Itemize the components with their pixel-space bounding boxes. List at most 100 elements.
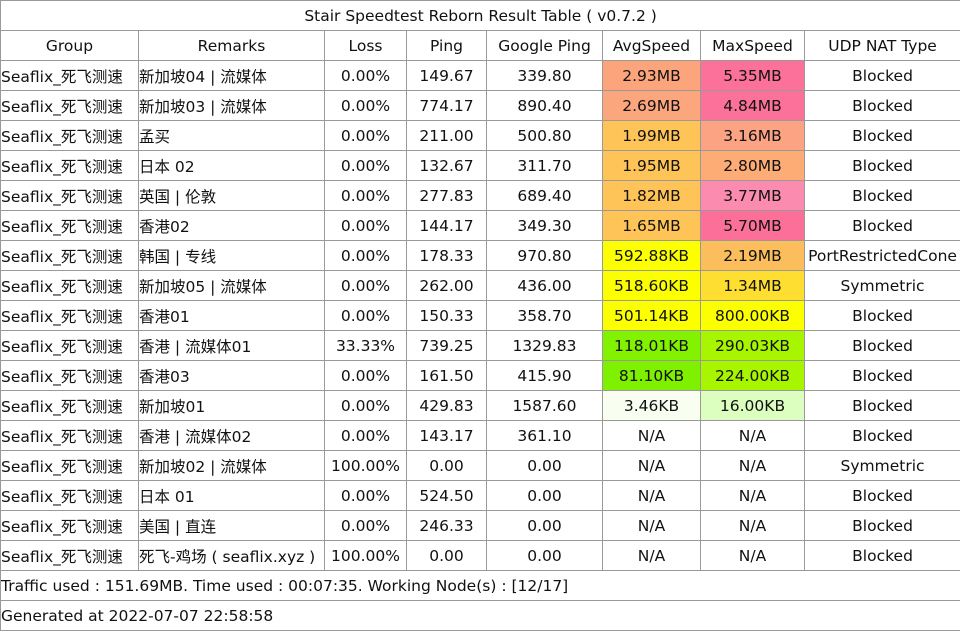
cell-loss: 0.00% [325, 181, 407, 211]
cell-avg-speed: N/A [603, 481, 701, 511]
cell-udp-nat-type: Blocked [805, 301, 960, 331]
cell-udp-nat-type: Blocked [805, 121, 960, 151]
cell-loss: 0.00% [325, 271, 407, 301]
cell-loss: 100.00% [325, 451, 407, 481]
cell-ping: 0.00 [407, 451, 487, 481]
cell-remarks: 香港03 [139, 361, 325, 391]
cell-ping: 144.17 [407, 211, 487, 241]
cell-google-ping: 358.70 [487, 301, 603, 331]
cell-remarks: 香港 | 流媒体01 [139, 331, 325, 361]
table-row: Seaflix_死飞测速 香港03 0.00% 161.50 415.90 81… [1, 361, 960, 391]
cell-udp-nat-type: Blocked [805, 481, 960, 511]
column-header-google-ping: Google Ping [487, 31, 603, 61]
cell-max-speed: 4.84MB [701, 91, 805, 121]
cell-ping: 429.83 [407, 391, 487, 421]
cell-google-ping: 689.40 [487, 181, 603, 211]
cell-max-speed: 2.80MB [701, 151, 805, 181]
cell-remarks: 新加坡03 | 流媒体 [139, 91, 325, 121]
cell-google-ping: 361.10 [487, 421, 603, 451]
cell-remarks: 新加坡05 | 流媒体 [139, 271, 325, 301]
cell-google-ping: 0.00 [487, 451, 603, 481]
cell-avg-speed: 1.82MB [603, 181, 701, 211]
cell-ping: 150.33 [407, 301, 487, 331]
cell-loss: 0.00% [325, 121, 407, 151]
cell-loss: 33.33% [325, 331, 407, 361]
cell-udp-nat-type: Blocked [805, 151, 960, 181]
cell-loss: 0.00% [325, 361, 407, 391]
cell-udp-nat-type: Blocked [805, 361, 960, 391]
cell-remarks: 韩国 | 专线 [139, 241, 325, 271]
cell-udp-nat-type: Blocked [805, 91, 960, 121]
cell-group: Seaflix_死飞测速 [1, 511, 139, 541]
cell-remarks: 日本 01 [139, 481, 325, 511]
cell-google-ping: 1587.60 [487, 391, 603, 421]
cell-max-speed: 224.00KB [701, 361, 805, 391]
cell-google-ping: 436.00 [487, 271, 603, 301]
column-header-avg-speed: AvgSpeed [603, 31, 701, 61]
cell-google-ping: 349.30 [487, 211, 603, 241]
cell-udp-nat-type: Blocked [805, 391, 960, 421]
cell-avg-speed: 592.88KB [603, 241, 701, 271]
column-header-loss: Loss [325, 31, 407, 61]
cell-loss: 0.00% [325, 241, 407, 271]
cell-avg-speed: 2.69MB [603, 91, 701, 121]
column-header-max-speed: MaxSpeed [701, 31, 805, 61]
cell-google-ping: 500.80 [487, 121, 603, 151]
cell-ping: 262.00 [407, 271, 487, 301]
cell-udp-nat-type: Blocked [805, 541, 960, 571]
cell-remarks: 新加坡02 | 流媒体 [139, 451, 325, 481]
cell-google-ping: 415.90 [487, 361, 603, 391]
table-row: Seaflix_死飞测速 新加坡03 | 流媒体 0.00% 774.17 89… [1, 91, 960, 121]
cell-avg-speed: 3.46KB [603, 391, 701, 421]
cell-avg-speed: 81.10KB [603, 361, 701, 391]
cell-loss: 100.00% [325, 541, 407, 571]
cell-group: Seaflix_死飞测速 [1, 271, 139, 301]
cell-avg-speed: 501.14KB [603, 301, 701, 331]
cell-group: Seaflix_死飞测速 [1, 391, 139, 421]
column-header-remarks: Remarks [139, 31, 325, 61]
cell-loss: 0.00% [325, 211, 407, 241]
cell-group: Seaflix_死飞测速 [1, 241, 139, 271]
cell-remarks: 香港02 [139, 211, 325, 241]
cell-group: Seaflix_死飞测速 [1, 151, 139, 181]
table-row: Seaflix_死飞测速 香港02 0.00% 144.17 349.30 1.… [1, 211, 960, 241]
cell-google-ping: 0.00 [487, 541, 603, 571]
table-row: Seaflix_死飞测速 香港 | 流媒体01 33.33% 739.25 13… [1, 331, 960, 361]
column-header-group: Group [1, 31, 139, 61]
cell-udp-nat-type: Blocked [805, 331, 960, 361]
table-row: Seaflix_死飞测速 英国 | 伦敦 0.00% 277.83 689.40… [1, 181, 960, 211]
table-row: Seaflix_死飞测速 美国 | 直连 0.00% 246.33 0.00 N… [1, 511, 960, 541]
cell-ping: 149.67 [407, 61, 487, 91]
cell-max-speed: 2.19MB [701, 241, 805, 271]
cell-ping: 774.17 [407, 91, 487, 121]
cell-loss: 0.00% [325, 151, 407, 181]
traffic-summary: Traffic used : 151.69MB. Time used : 00:… [1, 571, 960, 601]
cell-remarks: 英国 | 伦敦 [139, 181, 325, 211]
table-row: Seaflix_死飞测速 新加坡05 | 流媒体 0.00% 262.00 43… [1, 271, 960, 301]
column-header-ping: Ping [407, 31, 487, 61]
cell-avg-speed: N/A [603, 541, 701, 571]
cell-max-speed: 5.70MB [701, 211, 805, 241]
cell-group: Seaflix_死飞测速 [1, 121, 139, 151]
cell-ping: 161.50 [407, 361, 487, 391]
cell-max-speed: 3.16MB [701, 121, 805, 151]
cell-udp-nat-type: Blocked [805, 211, 960, 241]
result-table-image: Stair Speedtest Reborn Result Table ( v0… [0, 0, 960, 630]
cell-max-speed: 5.35MB [701, 61, 805, 91]
title-row: Stair Speedtest Reborn Result Table ( v0… [1, 1, 960, 31]
cell-max-speed: N/A [701, 511, 805, 541]
cell-google-ping: 339.80 [487, 61, 603, 91]
cell-udp-nat-type: Blocked [805, 61, 960, 91]
cell-max-speed: 1.34MB [701, 271, 805, 301]
cell-remarks: 美国 | 直连 [139, 511, 325, 541]
cell-group: Seaflix_死飞测速 [1, 211, 139, 241]
cell-avg-speed: N/A [603, 421, 701, 451]
header-row: Group Remarks Loss Ping Google Ping AvgS… [1, 31, 960, 61]
cell-udp-nat-type: Blocked [805, 181, 960, 211]
table-row: Seaflix_死飞测速 新加坡02 | 流媒体 100.00% 0.00 0.… [1, 451, 960, 481]
speedtest-result-table: Stair Speedtest Reborn Result Table ( v0… [0, 0, 960, 631]
table-row: Seaflix_死飞测速 新加坡04 | 流媒体 0.00% 149.67 33… [1, 61, 960, 91]
cell-group: Seaflix_死飞测速 [1, 181, 139, 211]
cell-max-speed: N/A [701, 481, 805, 511]
cell-loss: 0.00% [325, 301, 407, 331]
